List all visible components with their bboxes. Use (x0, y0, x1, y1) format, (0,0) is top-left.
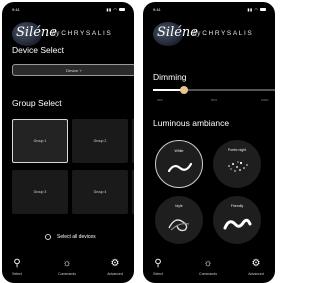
bulb-icon: ☼ (62, 258, 72, 269)
tab-label: Commands (199, 272, 217, 276)
tab-commands[interactable]: ☼ Commands (188, 258, 228, 276)
brand-name: CHRYSALIS (202, 30, 254, 37)
status-bar: 9:41 ▮▮ ◠ (2, 6, 134, 14)
dimming-slider-thumb[interactable] (179, 86, 188, 94)
group-card-peek (132, 170, 134, 214)
ambiance-friendly[interactable]: Friendly (213, 196, 261, 244)
group-card-peek (132, 119, 134, 163)
group-label: Group 3 (33, 190, 47, 194)
status-bar: 9:41 ▮▮ ◠ (143, 6, 275, 14)
signal-icon: ▮▮ (247, 7, 253, 12)
ambiance-white[interactable]: White (155, 140, 203, 188)
battery-icon (260, 8, 266, 12)
dimming-slider[interactable] (153, 86, 275, 94)
group-card-2[interactable]: Group 2 (72, 119, 128, 163)
phone-screen-commands: 9:41 ▮▮ ◠ Siléne by CHRYSALIS Dimming OFF… (143, 2, 275, 283)
tab-bar: ⚲ Select ☼ Commands ⚙ Advanced (2, 255, 134, 283)
brand-logo: Siléne by CHRYSALIS (143, 21, 275, 47)
group-card-4[interactable]: Group 4 (72, 170, 128, 214)
brand-by: by (52, 30, 60, 37)
swirl-icon (168, 219, 190, 232)
tab-advanced[interactable]: ⚙ Advanced (236, 258, 275, 276)
tab-advanced[interactable]: ⚙ Advanced (95, 258, 134, 276)
gear-icon: ⚙ (110, 258, 120, 269)
tab-commands[interactable]: ☼ Commands (47, 258, 87, 276)
battery-icon (119, 8, 125, 12)
signal-icon: ▮▮ (106, 7, 112, 12)
brand-script: Siléne (16, 25, 57, 40)
sparkle-icon (228, 161, 248, 172)
group-label: Group 2 (93, 139, 107, 143)
brand-script: Siléne (157, 25, 198, 40)
status-time: 9:41 (153, 7, 161, 12)
bulb-icon: ☼ (203, 258, 213, 269)
radio-circle-icon[interactable] (45, 234, 51, 240)
brand-name: CHRYSALIS (61, 30, 113, 37)
wifi-icon: ◠ (254, 7, 259, 12)
ambiance-poetic-night[interactable]: Poetic night (213, 140, 261, 188)
search-icon: ⚲ (154, 258, 162, 269)
wifi-icon: ◠ (113, 7, 118, 12)
tab-bar: ⚲ Select ☼ Commands ⚙ Advanced (143, 255, 275, 283)
search-icon: ⚲ (13, 258, 21, 269)
gear-icon: ⚙ (251, 258, 261, 269)
group-label: Group 1 (33, 139, 47, 143)
brand-logo: Siléne by CHRYSALIS (2, 21, 134, 47)
dimming-tick-half: 50% (211, 98, 218, 102)
dimming-tick-full: 100% (261, 98, 269, 102)
group-grid: Group 1 Group 2 Group 3 Group 4 (12, 119, 134, 236)
device-dropdown[interactable]: Device ˅ (12, 64, 134, 76)
select-all-option[interactable]: Select all devices (45, 234, 96, 240)
loop-icon (223, 218, 252, 230)
dimming-title: Dimming (153, 72, 187, 82)
dimming-tick-off: OFF (157, 98, 163, 102)
wave-icon (167, 162, 193, 173)
tab-select[interactable]: ⚲ Select (2, 258, 37, 276)
tab-label: Commands (58, 272, 76, 276)
ambiance-idyle[interactable]: Idyle (155, 196, 203, 244)
status-time: 9:41 (12, 7, 20, 12)
select-all-label: Select all devices (57, 234, 96, 240)
tab-label: Select (12, 272, 22, 276)
tab-label: Advanced (107, 272, 123, 276)
tab-label: Advanced (248, 272, 264, 276)
tab-label: Select (153, 272, 163, 276)
group-card-1[interactable]: Group 1 (12, 119, 68, 163)
group-card-3[interactable]: Group 3 (12, 170, 68, 214)
ambiance-title: Luminous ambiance (153, 118, 230, 128)
device-select-title: Device Select (12, 45, 64, 55)
phone-screen-select: 9:41 ▮▮ ◠ Siléne by CHRYSALIS Device Sele… (2, 2, 134, 283)
group-select-title: Group Select (12, 98, 62, 108)
dimming-slider-fill (153, 89, 184, 91)
group-label: Group 4 (93, 190, 107, 194)
tab-select[interactable]: ⚲ Select (143, 258, 178, 276)
brand-by: by (193, 30, 201, 37)
